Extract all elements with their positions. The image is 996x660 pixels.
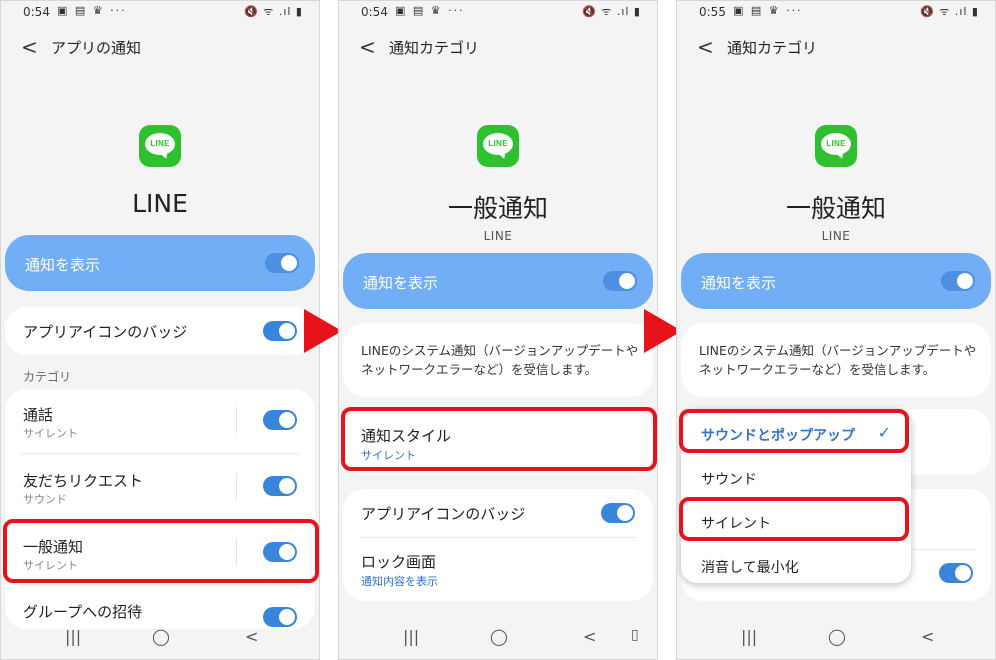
notification-icons: ▣ ▤ ♛ ···	[733, 4, 803, 17]
navigation-bar: ||| ◯ <	[1, 615, 319, 659]
line-app-icon: LINE	[815, 125, 857, 167]
line-logo-text: LINE	[488, 139, 508, 148]
category-heading: 一般通知	[785, 194, 886, 223]
show-notifications-row[interactable]: 通知を表示	[5, 235, 315, 291]
phone-screen-style-picker: 0:55 ▣ ▤ ♛ ··· 🔇 ᯤ .ıl ▮ < 通知カテゴリ LINE 一…	[676, 0, 996, 660]
option-mute-minimize[interactable]: 消音して最小化	[701, 557, 799, 577]
page-title: 通知カテゴリ	[389, 39, 480, 57]
status-bar: 0:55 ▣ ▤ ♛ ··· 🔇 ᯤ .ıl ▮	[677, 1, 995, 25]
badge-label: アプリアイコンのバッジ	[361, 505, 526, 523]
show-notifications-toggle[interactable]	[265, 253, 299, 273]
back-button[interactable]: <	[583, 627, 596, 646]
system-status-icons: 🔇 ᯤ .ıl ▮	[920, 5, 979, 18]
highlight-silent-option	[679, 497, 909, 541]
category-heading: 一般通知	[447, 194, 548, 223]
status-time: 0:54	[23, 5, 50, 19]
status-bar: 0:54 ▣ ▤ ♛ ··· 🔇 ᯤ .ıl ▮	[1, 1, 319, 25]
back-arrow-icon[interactable]: <	[697, 35, 714, 59]
home-button[interactable]: ◯	[490, 627, 508, 646]
app-name-subtitle: LINE	[821, 229, 851, 243]
highlight-notification-style	[341, 407, 657, 471]
system-status-icons: 🔇 ᯤ .ıl ▮	[244, 5, 303, 18]
home-button[interactable]: ◯	[828, 627, 846, 646]
highlight-sound-and-popup	[679, 409, 909, 453]
show-notifications-toggle[interactable]	[603, 271, 637, 291]
description-card: LINEのシステム通知（バージョンアップデートやネットワークエラーなど）を受信し…	[343, 323, 653, 397]
back-button[interactable]: <	[921, 627, 934, 646]
status-time: 0:54	[361, 5, 388, 19]
category-sound-setting: サウンド	[23, 493, 67, 506]
lock-screen-label: ロック画面	[361, 553, 437, 571]
app-name-subtitle: LINE	[483, 229, 513, 243]
line-app-icon: LINE	[139, 125, 181, 167]
phone-screen-app-notifications: 0:54 ▣ ▤ ♛ ··· 🔇 ᯤ .ıl ▮ < アプリの通知 LINE L…	[0, 0, 320, 660]
highlight-general-notification	[3, 519, 319, 583]
keyboard-toggle-button[interactable]: ▯	[631, 627, 639, 643]
recents-button[interactable]: |||	[403, 627, 419, 646]
back-arrow-icon[interactable]: <	[21, 35, 38, 59]
navigation-bar: ||| ◯ <	[677, 615, 995, 659]
app-bar: < アプリの通知	[1, 31, 319, 65]
category-toggle[interactable]	[263, 476, 297, 496]
option-sound[interactable]: サウンド	[701, 469, 757, 489]
page-title: アプリの通知	[51, 39, 142, 57]
show-notifications-toggle[interactable]	[941, 271, 975, 291]
phone-screen-notification-category: 0:54 ▣ ▤ ♛ ··· 🔇 ᯤ .ıl ▮ < 通知カテゴリ LINE 一…	[338, 0, 658, 660]
step-arrow-icon	[304, 309, 342, 353]
badge-toggle[interactable]	[263, 321, 297, 341]
category-list: 通話 サイレント 友だちリクエスト サウンド 一般通知 サイレント グループへの…	[5, 389, 315, 629]
category-description: LINEのシステム通知（バージョンアップデートやネットワークエラーなど）を受信し…	[699, 343, 977, 377]
category-toggle[interactable]	[263, 410, 297, 430]
app-bar: < 通知カテゴリ	[677, 31, 995, 65]
category-name: 通話	[23, 406, 54, 424]
settings-card: アプリアイコンのバッジ ロック画面 通知内容を表示	[343, 489, 653, 601]
notification-icons: ▣ ▤ ♛ ···	[57, 4, 127, 17]
badge-toggle[interactable]	[939, 563, 973, 583]
category-description: LINEのシステム通知（バージョンアップデートやネットワークエラーなど）を受信し…	[361, 343, 639, 377]
badge-toggle[interactable]	[601, 503, 635, 523]
back-arrow-icon[interactable]: <	[359, 35, 376, 59]
notification-icons: ▣ ▤ ♛ ···	[395, 4, 465, 17]
category-section-label: カテゴリ	[23, 370, 72, 384]
category-sound-setting: サイレント	[23, 427, 78, 440]
show-notifications-label: 通知を表示	[701, 274, 777, 292]
recents-button[interactable]: |||	[65, 627, 81, 646]
navigation-bar: ||| ◯ < ▯	[339, 615, 657, 659]
line-logo-text: LINE	[826, 139, 846, 148]
show-notifications-label: 通知を表示	[25, 256, 101, 274]
show-notifications-row[interactable]: 通知を表示	[681, 253, 991, 309]
line-logo-text: LINE	[150, 139, 170, 148]
badge-label: アプリアイコンのバッジ	[23, 323, 188, 341]
recents-button[interactable]: |||	[741, 627, 757, 646]
app-name-heading: LINE	[132, 189, 188, 218]
app-bar: < 通知カテゴリ	[339, 31, 657, 65]
show-notifications-row[interactable]: 通知を表示	[343, 253, 653, 309]
category-name: 友だちリクエスト	[23, 472, 144, 490]
lock-screen-value: 通知内容を表示	[361, 575, 438, 588]
show-notifications-label: 通知を表示	[363, 274, 439, 292]
badge-card[interactable]: アプリアイコンのバッジ	[5, 307, 315, 355]
system-status-icons: 🔇 ᯤ .ıl ▮	[582, 5, 641, 18]
page-title: 通知カテゴリ	[727, 39, 818, 57]
back-button[interactable]: <	[245, 627, 258, 646]
status-bar: 0:54 ▣ ▤ ♛ ··· 🔇 ᯤ .ıl ▮	[339, 1, 657, 25]
line-app-icon: LINE	[477, 125, 519, 167]
status-time: 0:55	[699, 5, 726, 19]
home-button[interactable]: ◯	[152, 627, 170, 646]
description-card: LINEのシステム通知（バージョンアップデートやネットワークエラーなど）を受信し…	[681, 323, 991, 397]
